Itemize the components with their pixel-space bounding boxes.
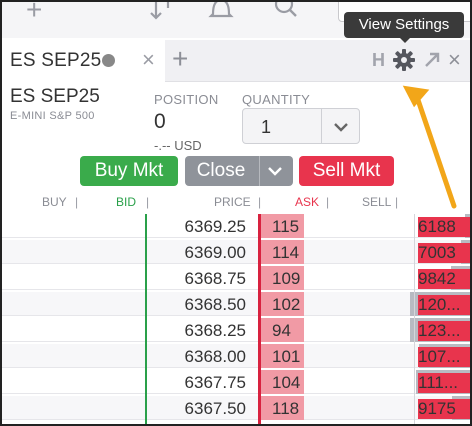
trading-window: + ES SEP25 × + H × View Settings ES SEP2…: [0, 0, 472, 426]
sell-cell[interactable]: 123...: [418, 321, 470, 341]
close-window-icon[interactable]: ×: [448, 47, 461, 73]
position-usd: -.-- USD: [154, 138, 202, 153]
ask-cell[interactable]: 109: [272, 269, 300, 289]
sell-cell[interactable]: 120...: [418, 295, 470, 315]
bid-column-line: [145, 214, 147, 424]
ask-cell[interactable]: 115: [272, 217, 299, 237]
close-label: Close: [196, 160, 246, 181]
tab-title: ES SEP25: [10, 50, 102, 71]
sell-cell[interactable]: 6188: [418, 217, 470, 237]
position-label: POSITION: [154, 92, 219, 107]
col-divider: |: [395, 195, 399, 209]
close-divider: [259, 156, 260, 186]
bell-icon[interactable]: [208, 0, 234, 24]
ask-column-line: [258, 214, 261, 424]
ask-cell[interactable]: 118: [272, 399, 299, 419]
col-bid: BID: [116, 195, 137, 209]
quantity-divider: [321, 109, 322, 143]
ladder-row[interactable]: 6368.50 102 120...: [2, 292, 470, 316]
position-value: 0: [154, 110, 166, 133]
tab-bar: ES SEP25 × + H ×: [2, 40, 470, 82]
col-divider: |: [258, 195, 262, 209]
price-cell: 6368.50: [184, 295, 246, 314]
price-ladder[interactable]: 6369.25 115 6188 6369.00 114 7003 6368.75 109 98…: [2, 214, 470, 424]
popout-icon[interactable]: [422, 50, 442, 70]
ask-cell[interactable]: 94: [272, 321, 291, 341]
price-cell: 6367.50: [184, 399, 246, 418]
ask-cell[interactable]: 104: [272, 373, 300, 393]
ask-cell[interactable]: 114: [272, 243, 299, 263]
price-cell: 6368.00: [184, 347, 246, 366]
quantity-label: QUANTITY: [242, 92, 311, 107]
price-cell: 6368.75: [184, 269, 246, 288]
sell-cell[interactable]: 9842: [418, 269, 470, 289]
ladder-row[interactable]: 6368.25 94 123...: [2, 318, 470, 342]
ladder-row[interactable]: 6368.75 109 9842: [2, 266, 470, 290]
close-tab-icon[interactable]: ×: [142, 47, 155, 73]
chevron-down-icon[interactable]: [265, 161, 285, 181]
sell-column-divider: [414, 214, 415, 424]
ladder-row[interactable]: 6369.00 114 7003: [2, 240, 470, 264]
sell-cell[interactable]: 7003: [418, 243, 470, 263]
annotation-arrow-icon: [402, 85, 457, 209]
add-tab-icon[interactable]: +: [172, 43, 188, 75]
tooltip: View Settings: [344, 12, 464, 38]
ladder-header: BUY | BID | PRICE | ASK | SELL |: [2, 192, 470, 212]
tab-es-sep25[interactable]: ES SEP25 ×: [2, 40, 165, 82]
sell-cell[interactable]: 9175: [418, 399, 470, 419]
ask-cell[interactable]: 102: [272, 295, 300, 315]
col-divider: |: [146, 195, 150, 209]
close-position-button[interactable]: Close: [185, 156, 293, 186]
instrument-description: E-MINI S&P 500: [10, 110, 95, 122]
sort-icon[interactable]: [148, 0, 176, 24]
chevron-down-icon[interactable]: [331, 117, 351, 137]
buy-market-button[interactable]: Buy Mkt: [80, 156, 178, 186]
add-icon[interactable]: +: [26, 2, 42, 24]
col-sell: SELL: [362, 195, 392, 209]
sell-cell[interactable]: 107...: [418, 347, 470, 367]
price-cell: 6368.25: [184, 321, 246, 340]
search-icon[interactable]: [272, 0, 300, 24]
sell-market-button[interactable]: Sell Mkt: [299, 156, 394, 186]
ask-cell[interactable]: 101: [272, 347, 300, 367]
status-dot-icon: [102, 54, 115, 67]
quantity-value: 1: [261, 117, 272, 137]
instrument-symbol: ES SEP25: [10, 86, 100, 107]
price-cell: 6369.25: [184, 217, 246, 236]
sell-cell[interactable]: 111...: [418, 373, 470, 393]
col-price: PRICE: [214, 195, 251, 209]
gear-icon[interactable]: [392, 48, 416, 72]
ladder-row[interactable]: 6369.25 115 6188: [2, 214, 470, 238]
tooltip-pointer: [399, 37, 411, 43]
ladder-row[interactable]: 6367.50 118 9175: [2, 396, 470, 420]
col-divider: |: [75, 195, 79, 209]
col-divider: |: [326, 195, 330, 209]
col-buy: BUY: [42, 195, 67, 209]
price-cell: 6367.75: [184, 373, 246, 392]
price-cell: 6369.00: [184, 243, 246, 262]
quantity-select[interactable]: 1: [242, 108, 360, 144]
col-ask: ASK: [295, 195, 320, 209]
ladder-row[interactable]: 6367.75 104 111...: [2, 370, 470, 394]
h-button[interactable]: H: [372, 50, 385, 71]
ladder-row[interactable]: 6368.00 101 107...: [2, 344, 470, 368]
